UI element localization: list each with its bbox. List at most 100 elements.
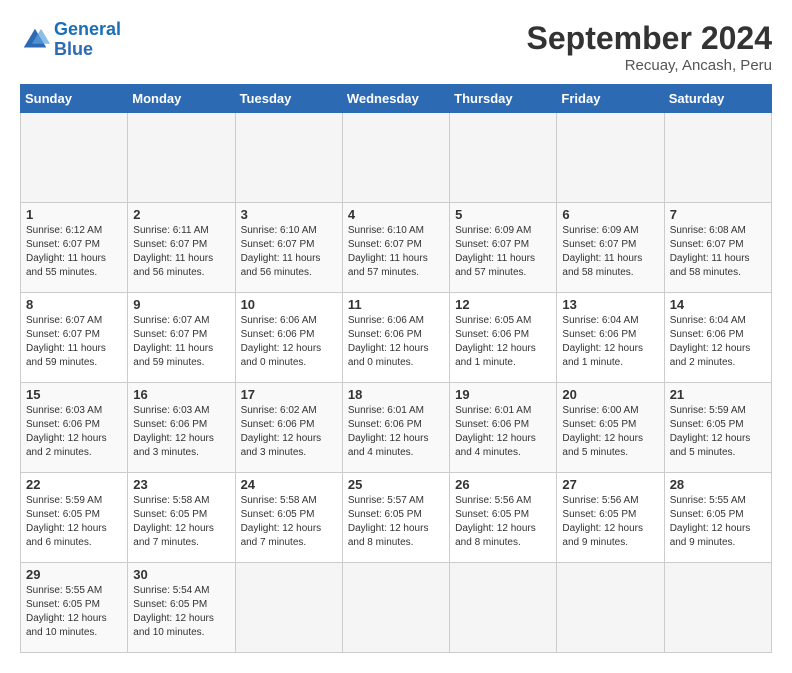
day-detail: Sunrise: 6:02 AM Sunset: 6:06 PM Dayligh…	[241, 404, 337, 460]
day-number: 7	[670, 207, 766, 222]
day-detail: Sunrise: 6:08 AM Sunset: 6:07 PM Dayligh…	[670, 224, 766, 280]
calendar-day-cell	[664, 113, 771, 203]
calendar-day-cell: 3 Sunrise: 6:10 AM Sunset: 6:07 PM Daylig…	[235, 203, 342, 293]
day-detail: Sunrise: 6:07 AM Sunset: 6:07 PM Dayligh…	[133, 314, 229, 370]
calendar-day-cell: 5Sunrise: 6:09 AM Sunset: 6:07 PM Daylig…	[450, 203, 557, 293]
calendar-week-row: 22 Sunrise: 5:59 AM Sunset: 6:05 PM Dayli…	[21, 473, 772, 563]
calendar-day-cell: 8Sunrise: 6:07 AM Sunset: 6:07 PM Daylig…	[21, 293, 128, 383]
day-number: 15	[26, 387, 122, 402]
day-detail: Sunrise: 6:06 AM Sunset: 6:06 PM Dayligh…	[348, 314, 444, 370]
calendar-day-cell	[450, 563, 557, 653]
calendar-day-cell: 25 Sunrise: 5:57 AM Sunset: 6:05 PM Dayli…	[342, 473, 449, 563]
month-title: September 2024	[527, 20, 772, 57]
page-header: General Blue September 2024 Recuay, Anca…	[20, 20, 772, 74]
calendar-day-cell: 14Sunrise: 6:04 AM Sunset: 6:06 PM Dayli…	[664, 293, 771, 383]
day-detail: Sunrise: 6:10 AM Sunset: 6:07 PM Dayligh…	[241, 224, 337, 280]
day-detail: Sunrise: 5:56 AM Sunset: 6:05 PM Dayligh…	[455, 494, 551, 550]
calendar-table: SundayMondayTuesdayWednesdayThursdayFrid…	[20, 84, 772, 653]
day-number: 3	[241, 207, 337, 222]
calendar-day-cell: 17 Sunrise: 6:02 AM Sunset: 6:06 PM Dayli…	[235, 383, 342, 473]
day-number: 2	[133, 207, 229, 222]
day-number: 29	[26, 567, 122, 582]
day-detail: Sunrise: 5:55 AM Sunset: 6:05 PM Dayligh…	[670, 494, 766, 550]
calendar-day-cell: 13 Sunrise: 6:04 AM Sunset: 6:06 PM Dayli…	[557, 293, 664, 383]
day-detail: Sunrise: 6:09 AM Sunset: 6:07 PM Dayligh…	[455, 224, 551, 280]
day-number: 26	[455, 477, 551, 492]
calendar-day-cell	[557, 563, 664, 653]
calendar-week-row: 15 Sunrise: 6:03 AM Sunset: 6:06 PM Dayli…	[21, 383, 772, 473]
calendar-day-cell: 6Sunrise: 6:09 AM Sunset: 6:07 PM Daylig…	[557, 203, 664, 293]
calendar-day-cell: 20 Sunrise: 6:00 AM Sunset: 6:05 PM Dayli…	[557, 383, 664, 473]
calendar-day-cell	[450, 113, 557, 203]
day-number: 30	[133, 567, 229, 582]
logo-blue: Blue	[54, 39, 93, 59]
calendar-day-cell: 16Sunrise: 6:03 AM Sunset: 6:06 PM Dayli…	[128, 383, 235, 473]
calendar-day-cell	[664, 563, 771, 653]
calendar-day-cell	[235, 563, 342, 653]
title-block: September 2024 Recuay, Ancash, Peru	[527, 20, 772, 74]
calendar-day-cell: 24 Sunrise: 5:58 AM Sunset: 6:05 PM Dayli…	[235, 473, 342, 563]
day-number: 20	[562, 387, 658, 402]
day-number: 21	[670, 387, 766, 402]
day-detail: Sunrise: 5:57 AM Sunset: 6:05 PM Dayligh…	[348, 494, 444, 550]
location-subtitle: Recuay, Ancash, Peru	[527, 57, 772, 74]
logo: General Blue	[20, 20, 121, 60]
day-detail: Sunrise: 5:54 AM Sunset: 6:05 PM Dayligh…	[133, 584, 229, 640]
day-number: 19	[455, 387, 551, 402]
day-number: 8	[26, 297, 122, 312]
logo-general: General	[54, 19, 121, 39]
calendar-day-cell: 22 Sunrise: 5:59 AM Sunset: 6:05 PM Dayli…	[21, 473, 128, 563]
day-of-week-header: Sunday	[21, 85, 128, 113]
day-number: 28	[670, 477, 766, 492]
day-number: 22	[26, 477, 122, 492]
day-number: 24	[241, 477, 337, 492]
day-number: 16	[133, 387, 229, 402]
day-detail: Sunrise: 6:12 AM Sunset: 6:07 PM Dayligh…	[26, 224, 122, 280]
day-number: 25	[348, 477, 444, 492]
calendar-day-cell: 28 Sunrise: 5:55 AM Sunset: 6:05 PM Dayli…	[664, 473, 771, 563]
day-detail: Sunrise: 6:00 AM Sunset: 6:05 PM Dayligh…	[562, 404, 658, 460]
day-detail: Sunrise: 6:05 AM Sunset: 6:06 PM Dayligh…	[455, 314, 551, 370]
calendar-week-row: 1 Sunrise: 6:12 AM Sunset: 6:07 PM Daylig…	[21, 203, 772, 293]
calendar-week-row: 29 Sunrise: 5:55 AM Sunset: 6:05 PM Dayli…	[21, 563, 772, 653]
day-number: 4	[348, 207, 444, 222]
calendar-day-cell: 18Sunrise: 6:01 AM Sunset: 6:06 PM Dayli…	[342, 383, 449, 473]
calendar-day-cell: 12Sunrise: 6:05 AM Sunset: 6:06 PM Dayli…	[450, 293, 557, 383]
day-detail: Sunrise: 6:10 AM Sunset: 6:07 PM Dayligh…	[348, 224, 444, 280]
calendar-header-row: SundayMondayTuesdayWednesdayThursdayFrid…	[21, 85, 772, 113]
day-number: 13	[562, 297, 658, 312]
calendar-day-cell	[342, 563, 449, 653]
calendar-day-cell: 30 Sunrise: 5:54 AM Sunset: 6:05 PM Dayli…	[128, 563, 235, 653]
day-of-week-header: Thursday	[450, 85, 557, 113]
calendar-day-cell: 21 Sunrise: 5:59 AM Sunset: 6:05 PM Dayli…	[664, 383, 771, 473]
day-detail: Sunrise: 5:55 AM Sunset: 6:05 PM Dayligh…	[26, 584, 122, 640]
day-detail: Sunrise: 5:59 AM Sunset: 6:05 PM Dayligh…	[26, 494, 122, 550]
day-detail: Sunrise: 5:58 AM Sunset: 6:05 PM Dayligh…	[241, 494, 337, 550]
day-detail: Sunrise: 5:59 AM Sunset: 6:05 PM Dayligh…	[670, 404, 766, 460]
day-number: 1	[26, 207, 122, 222]
day-number: 14	[670, 297, 766, 312]
calendar-day-cell: 19Sunrise: 6:01 AM Sunset: 6:06 PM Dayli…	[450, 383, 557, 473]
calendar-day-cell: 4 Sunrise: 6:10 AM Sunset: 6:07 PM Daylig…	[342, 203, 449, 293]
calendar-week-row: 8 Sunrise: 6:07 AM Sunset: 6:07 PM Daylig…	[21, 293, 772, 383]
day-of-week-header: Monday	[128, 85, 235, 113]
calendar-day-cell: 15 Sunrise: 6:03 AM Sunset: 6:06 PM Dayli…	[21, 383, 128, 473]
day-number: 23	[133, 477, 229, 492]
day-detail: Sunrise: 5:58 AM Sunset: 6:05 PM Dayligh…	[133, 494, 229, 550]
day-number: 11	[348, 297, 444, 312]
calendar-day-cell: 2Sunrise: 6:11 AM Sunset: 6:07 PM Daylig…	[128, 203, 235, 293]
day-detail: Sunrise: 6:06 AM Sunset: 6:06 PM Dayligh…	[241, 314, 337, 370]
calendar-day-cell: 9Sunrise: 6:07 AM Sunset: 6:07 PM Daylig…	[128, 293, 235, 383]
day-of-week-header: Wednesday	[342, 85, 449, 113]
day-of-week-header: Saturday	[664, 85, 771, 113]
day-number: 17	[241, 387, 337, 402]
logo-text: General Blue	[54, 20, 121, 60]
calendar-day-cell: 27Sunrise: 5:56 AM Sunset: 6:05 PM Dayli…	[557, 473, 664, 563]
day-detail: Sunrise: 6:03 AM Sunset: 6:06 PM Dayligh…	[26, 404, 122, 460]
day-of-week-header: Friday	[557, 85, 664, 113]
logo-icon	[20, 25, 50, 55]
calendar-day-cell	[128, 113, 235, 203]
day-detail: Sunrise: 6:09 AM Sunset: 6:07 PM Dayligh…	[562, 224, 658, 280]
calendar-day-cell	[235, 113, 342, 203]
day-detail: Sunrise: 6:04 AM Sunset: 6:06 PM Dayligh…	[562, 314, 658, 370]
